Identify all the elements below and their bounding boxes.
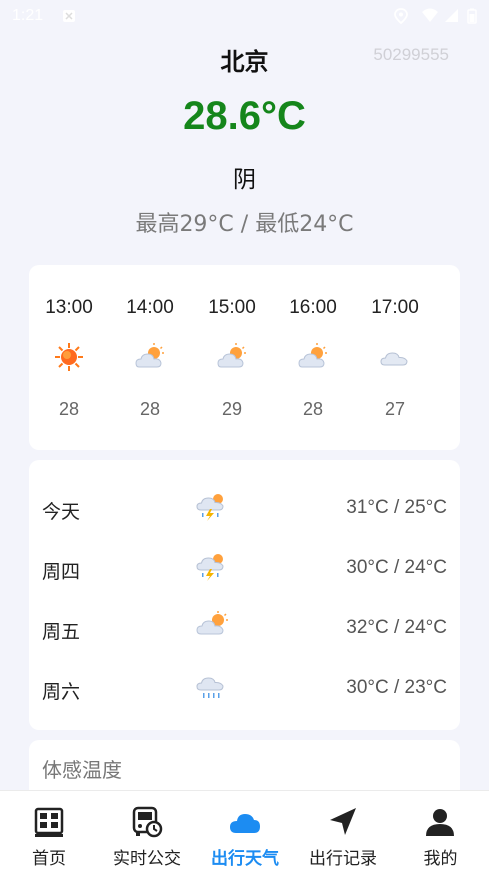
status-bar: 1:21	[0, 0, 489, 32]
hourly-item: 13:00 28	[29, 265, 109, 450]
status-time: 1:21	[12, 7, 44, 24]
hourly-forecast-card[interactable]: 13:00 28 14:00 28 15:00 29 16:00 28 17:0…	[29, 265, 460, 450]
partly-cloudy-icon	[134, 341, 166, 373]
wifi-icon	[421, 8, 439, 27]
tab-profile[interactable]: 我的	[392, 791, 489, 872]
daily-row: 今天 31°C / 25°C	[29, 475, 460, 535]
tab-bus[interactable]: 实时公交	[98, 791, 196, 872]
partly-cloudy-icon	[195, 610, 231, 642]
signal-icon	[444, 8, 459, 27]
hour-time: 13:00	[45, 297, 93, 318]
cloud-icon	[228, 805, 262, 839]
tab-label: 我的	[423, 849, 458, 869]
daily-row: 周四 30°C / 24°C	[29, 535, 460, 595]
hour-temperature: 28	[139, 399, 161, 419]
day-label: 周四	[42, 561, 81, 583]
hour-time: 14:00	[126, 297, 174, 318]
hour-temperature: 29	[221, 399, 243, 419]
daily-row: 周六 30°C / 23°C	[29, 655, 460, 715]
hourly-item: 1	[436, 265, 460, 450]
daily-forecast-card: 今天 31°C / 25°C 周四 30°C / 24°C 周五 32°C / …	[29, 460, 460, 730]
bottom-tab-bar: 首页 实时公交 出行天气 出行记录 我的	[0, 790, 489, 872]
hourly-item: 17:00 27	[355, 265, 435, 450]
current-temperature: 28.6°C	[183, 94, 306, 138]
day-label: 今天	[42, 501, 81, 523]
tab-label: 首页	[32, 849, 66, 869]
cloudy-icon	[379, 341, 411, 373]
tab-home[interactable]: 首页	[0, 791, 98, 872]
partly-cloudy-icon	[297, 341, 329, 373]
day-temperature-range: 30°C / 23°C	[346, 677, 447, 698]
hour-temperature: 28	[58, 399, 80, 419]
hour-temperature: 27	[384, 399, 406, 419]
hourly-item: 16:00 28	[273, 265, 353, 450]
hour-time: 15:00	[208, 297, 256, 318]
current-condition: 阴	[233, 167, 256, 193]
partly-cloudy-icon	[216, 341, 248, 373]
rain-icon	[195, 670, 231, 702]
bus-icon	[130, 805, 164, 839]
daily-row: 周五 32°C / 24°C	[29, 595, 460, 655]
hour-temperature: 28	[302, 399, 324, 419]
day-temperature-range: 32°C / 24°C	[346, 617, 447, 638]
home-grid-icon	[32, 805, 66, 839]
thunderstorm-icon	[195, 550, 231, 582]
tab-label: 出行天气	[211, 849, 279, 869]
hour-time: 1	[436, 297, 460, 319]
day-temperature-range: 31°C / 25°C	[346, 497, 447, 518]
hourly-item: 15:00 29	[192, 265, 272, 450]
location-icon	[394, 8, 408, 28]
day-label: 周六	[42, 681, 81, 703]
sun-icon	[53, 341, 85, 373]
hourly-item: 14:00 28	[110, 265, 190, 450]
user-icon	[423, 805, 457, 839]
navigation-arrow-icon	[326, 805, 360, 839]
tab-label: 出行记录	[309, 849, 377, 869]
battery-icon	[467, 8, 477, 28]
feels-like-title: 体感温度	[42, 758, 122, 782]
city-code: 50299555	[373, 45, 449, 64]
temperature-range: 最高29°C / 最低24°C	[135, 212, 354, 237]
thunderstorm-icon	[195, 490, 231, 522]
day-temperature-range: 30°C / 24°C	[346, 557, 447, 578]
tab-label: 实时公交	[113, 849, 181, 869]
day-label: 周五	[42, 621, 81, 643]
tab-weather[interactable]: 出行天气	[196, 791, 294, 872]
hour-time: 17:00	[371, 297, 419, 318]
hour-time: 16:00	[289, 297, 337, 318]
notification-icon	[62, 8, 76, 27]
tab-trips[interactable]: 出行记录	[294, 791, 392, 872]
